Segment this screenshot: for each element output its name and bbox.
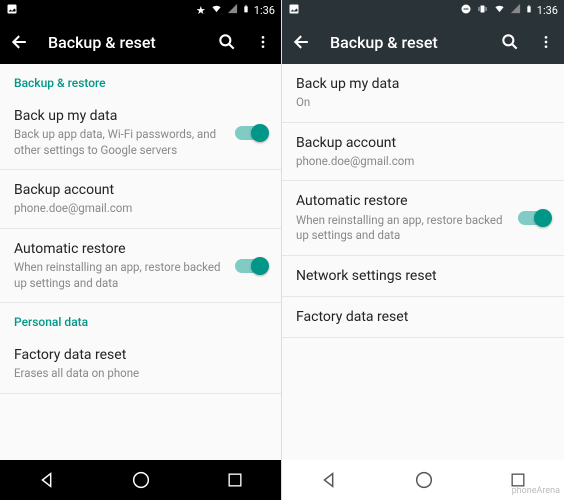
item-title: Back up my data (14, 107, 227, 125)
item-title: Automatic restore (14, 240, 227, 258)
item-subtitle: Erases all data on phone (14, 366, 259, 382)
item-subtitle: Back up app data, Wi-Fi passwords, and o… (14, 127, 227, 158)
status-bar: ★ 1:36 (0, 0, 281, 20)
signal-icon (227, 3, 238, 17)
battery-icon (525, 3, 533, 18)
battery-icon (242, 3, 250, 18)
star-icon: ★ (196, 4, 206, 17)
item-title: Automatic restore (296, 192, 510, 210)
search-icon[interactable] (500, 32, 520, 52)
overflow-menu-icon[interactable] (255, 32, 271, 52)
settings-list: Backup & restore Back up my data Back up… (0, 64, 281, 460)
watermark: phoneArena (512, 486, 560, 496)
toggle-backup-my-data[interactable] (235, 126, 267, 140)
item-title: Backup account (14, 181, 259, 199)
item-automatic-restore[interactable]: Automatic restore When reinstalling an a… (0, 229, 281, 303)
item-title: Factory data reset (14, 346, 259, 364)
phone-left: ★ 1:36 Backup & reset Backup & restore B… (0, 0, 282, 500)
wifi-icon (210, 3, 223, 17)
item-subtitle: On (296, 95, 542, 111)
nav-back-icon[interactable] (36, 469, 58, 491)
section-header-personal-data: Personal data (0, 303, 281, 335)
status-time: 1:36 (537, 4, 558, 17)
vibrate-icon (476, 3, 489, 18)
item-title: Back up my data (296, 75, 542, 93)
item-automatic-restore[interactable]: Automatic restore When reinstalling an a… (282, 181, 564, 255)
item-subtitle: When reinstalling an app, restore backed… (14, 260, 227, 291)
item-backup-my-data[interactable]: Back up my data Back up app data, Wi-Fi … (0, 96, 281, 170)
item-title: Network settings reset (296, 267, 542, 285)
toggle-automatic-restore[interactable] (518, 211, 550, 225)
app-bar: Backup & reset (0, 20, 281, 64)
search-icon[interactable] (217, 32, 237, 52)
nav-recent-icon[interactable] (225, 470, 245, 490)
nav-home-icon[interactable] (130, 469, 152, 491)
item-subtitle: When reinstalling an app, restore backed… (296, 213, 510, 244)
item-network-settings-reset[interactable]: Network settings reset (282, 256, 564, 297)
item-factory-data-reset[interactable]: Factory data reset Erases all data on ph… (0, 335, 281, 394)
app-title: Backup & reset (330, 33, 482, 52)
nav-home-icon[interactable] (413, 469, 435, 491)
item-factory-data-reset[interactable]: Factory data reset (282, 297, 564, 338)
back-icon[interactable] (292, 32, 312, 52)
dnd-icon (460, 3, 472, 18)
signal-icon (510, 3, 521, 17)
toggle-automatic-restore[interactable] (235, 259, 267, 273)
picture-icon (288, 3, 300, 18)
picture-icon (6, 3, 18, 18)
item-backup-my-data[interactable]: Back up my data On (282, 64, 564, 123)
overflow-menu-icon[interactable] (538, 32, 554, 52)
item-subtitle: phone.doe@gmail.com (296, 154, 542, 170)
item-backup-account[interactable]: Backup account phone.doe@gmail.com (282, 123, 564, 182)
app-bar: Backup & reset (282, 20, 564, 64)
nav-back-icon[interactable] (318, 469, 340, 491)
wifi-icon (493, 3, 506, 17)
item-title: Factory data reset (296, 308, 542, 326)
status-bar: 1:36 (282, 0, 564, 20)
status-time: 1:36 (254, 4, 275, 17)
nav-bar (0, 460, 281, 500)
section-header-backup-restore: Backup & restore (0, 64, 281, 96)
item-subtitle: phone.doe@gmail.com (14, 201, 259, 217)
item-title: Backup account (296, 134, 542, 152)
back-icon[interactable] (10, 32, 30, 52)
app-title: Backup & reset (48, 33, 199, 52)
settings-list: Back up my data On Backup account phone.… (282, 64, 564, 460)
item-backup-account[interactable]: Backup account phone.doe@gmail.com (0, 170, 281, 229)
phone-right: 1:36 Backup & reset Back up my data On B… (282, 0, 564, 500)
